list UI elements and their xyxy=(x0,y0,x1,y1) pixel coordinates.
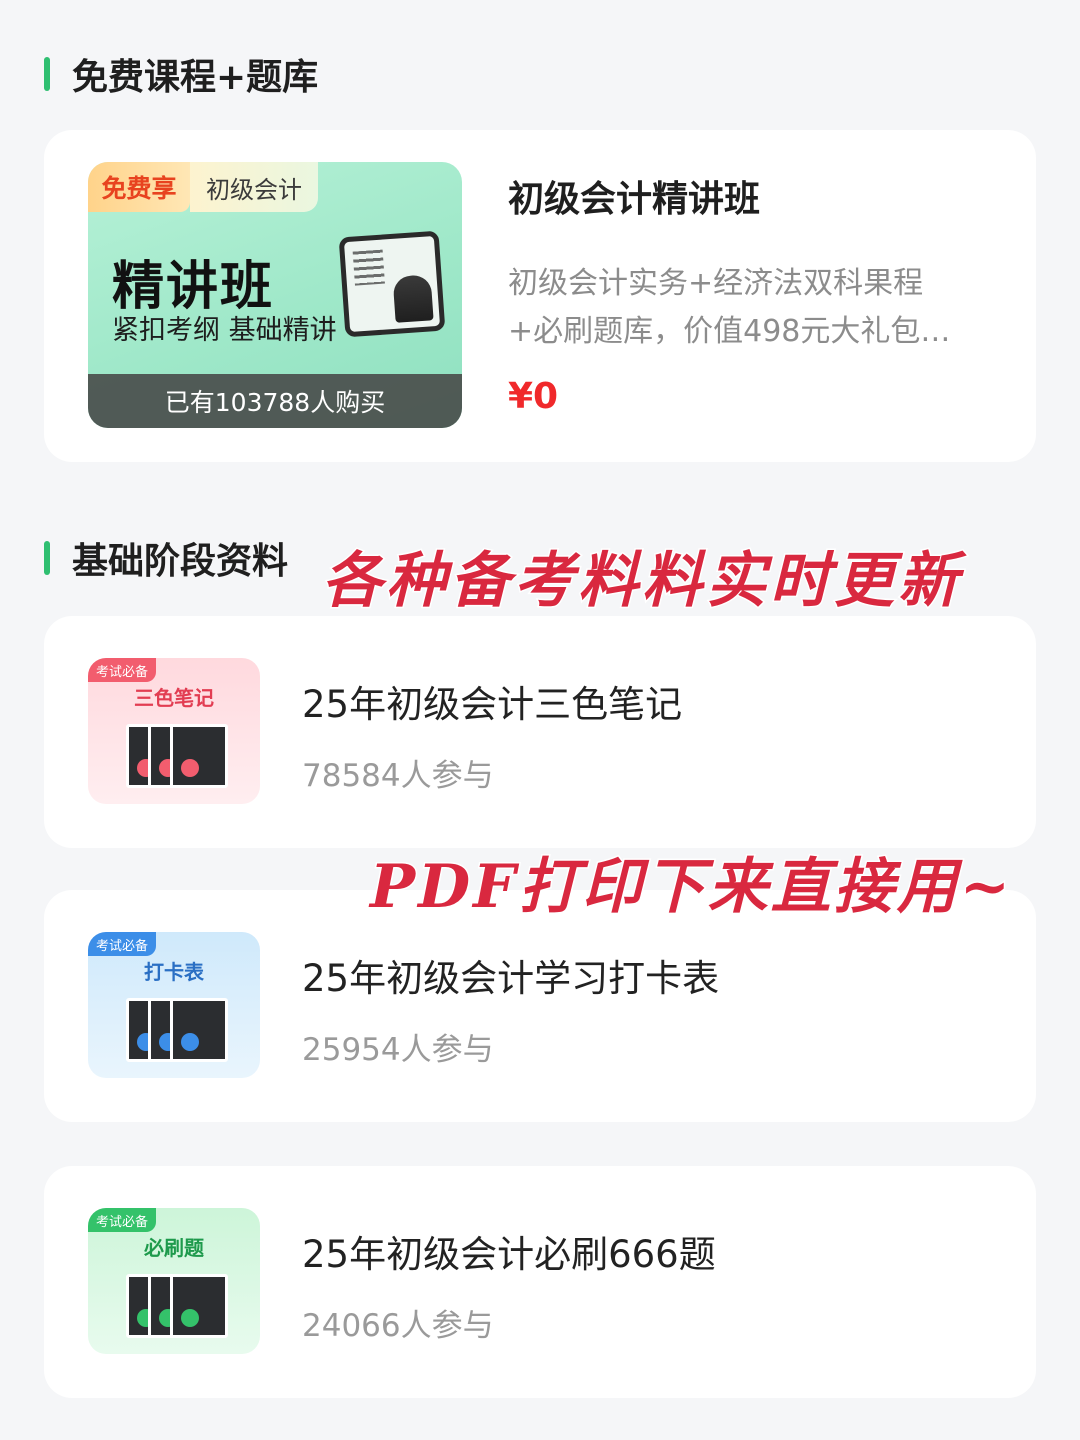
book-icon xyxy=(170,724,228,788)
course-title[interactable]: 初级会计精讲班 xyxy=(508,170,760,222)
cover-label: 三色笔记 xyxy=(134,686,214,710)
free-tag: 免费享 xyxy=(88,162,190,212)
exam-essential-tag: 考试必备 xyxy=(88,658,157,682)
material-title[interactable]: 25年初级会计三色笔记 xyxy=(302,674,682,728)
tablet-illustration xyxy=(338,230,446,338)
cover-label: 必刷题 xyxy=(144,1236,204,1260)
exam-essential-tag: 考试必备 xyxy=(88,1208,157,1232)
handwritten-annotation-updates: 各种备考料料实时更新 xyxy=(321,545,962,618)
teachers-illustration xyxy=(392,274,434,323)
section-title: 基础阶段资料 xyxy=(72,541,289,582)
section-accent-bar xyxy=(44,541,50,575)
thumbnail-subtitle: 紧扣考纲 基础精讲 xyxy=(112,315,337,346)
material-title[interactable]: 25年初级会计必刷666题 xyxy=(302,1224,716,1278)
book-icon xyxy=(170,998,228,1062)
participant-count: 24066人参与 xyxy=(302,1308,494,1344)
section-title: 免费课程+题库 xyxy=(72,57,319,98)
purchase-count-banner: 已有103788人购买 xyxy=(88,374,462,428)
exam-essential-tag: 考试必备 xyxy=(88,932,157,956)
material-card[interactable]: 考试必备 必刷题 25年初级会计必刷666题 24066人参与 xyxy=(44,1166,1036,1398)
section-header-basic: 基础阶段资料 xyxy=(44,532,288,584)
section-accent-bar xyxy=(44,57,50,91)
section-header-free: 免费课程+题库 xyxy=(44,48,318,100)
course-description: 初级会计实务+经济法双科果程+必刷题库，价值498元大礼包… xyxy=(508,266,951,349)
course-thumbnail[interactable]: 免费享 初级会计 精讲班 紧扣考纲 基础精讲 已有103788人购买 xyxy=(88,162,462,428)
material-cover: 考试必备 打卡表 xyxy=(88,932,260,1078)
material-title[interactable]: 25年初级会计学习打卡表 xyxy=(302,948,719,1002)
participant-count: 78584人参与 xyxy=(302,758,494,794)
material-cover: 考试必备 三色笔记 xyxy=(88,658,260,804)
material-cover: 考试必备 必刷题 xyxy=(88,1208,260,1354)
book-icon xyxy=(170,1274,228,1338)
subject-tag: 初级会计 xyxy=(190,162,318,212)
course-card[interactable]: 免费享 初级会计 精讲班 紧扣考纲 基础精讲 已有103788人购买 初级会计精… xyxy=(44,130,1036,462)
cover-label: 打卡表 xyxy=(144,960,204,984)
handwritten-annotation-print: PDF打印下来直接用~ xyxy=(368,851,1014,924)
material-card[interactable]: 考试必备 三色笔记 25年初级会计三色笔记 78584人参与 xyxy=(44,616,1036,848)
course-price: ¥0 xyxy=(508,376,559,417)
participant-count: 25954人参与 xyxy=(302,1032,494,1068)
tablet-text-lines xyxy=(352,249,385,286)
